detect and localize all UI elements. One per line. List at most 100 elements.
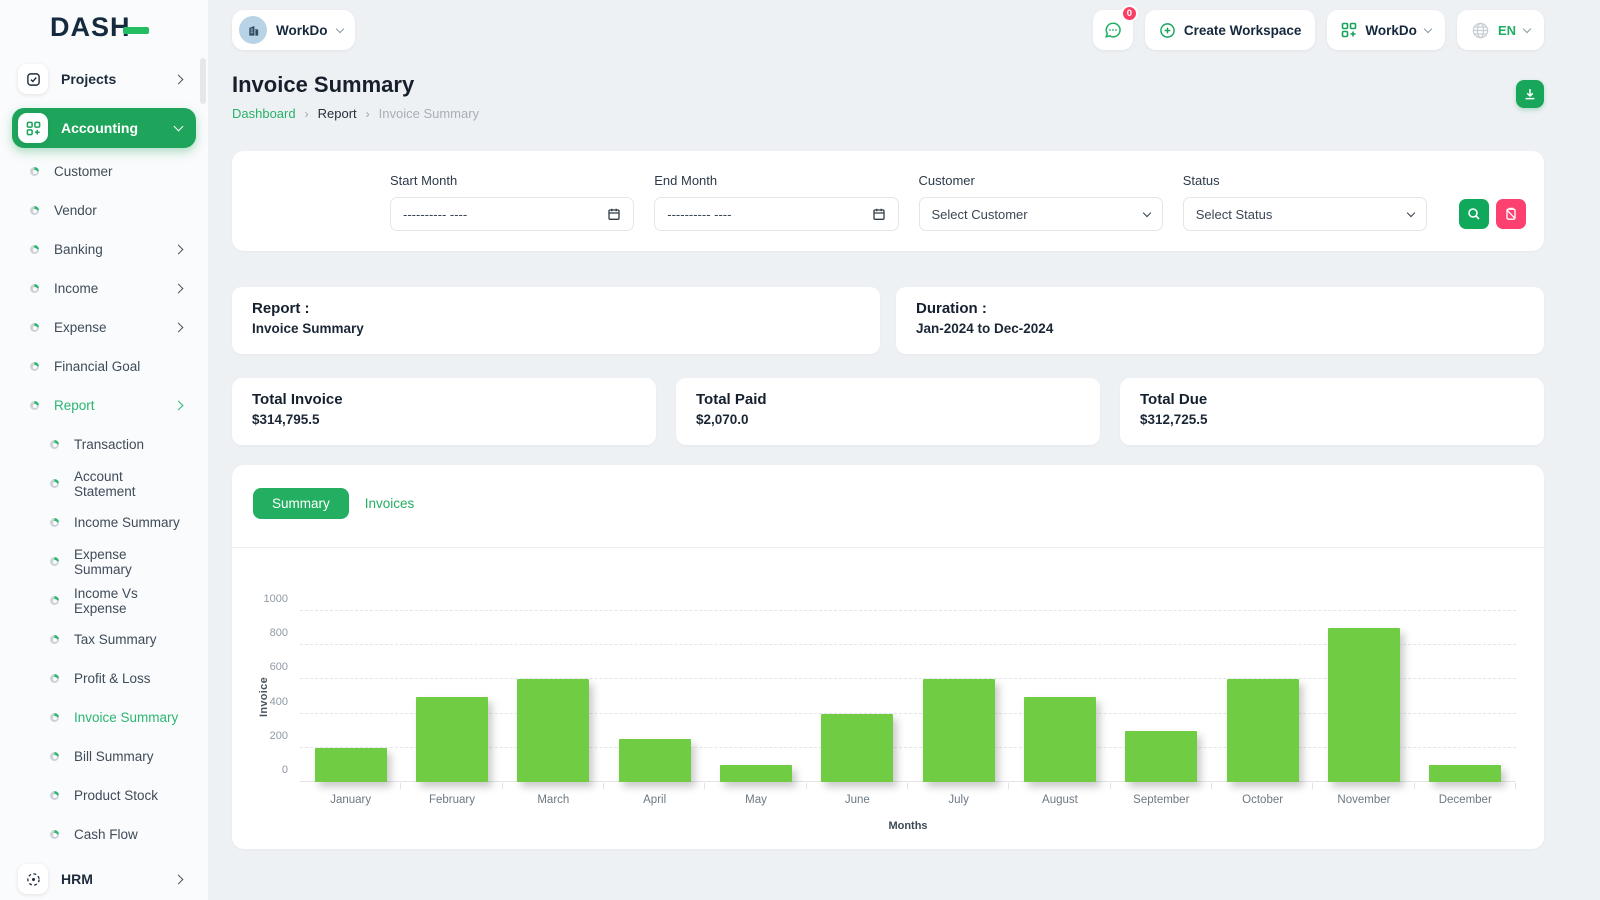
- customer-select[interactable]: Select Customer: [918, 197, 1163, 231]
- sidebar-nav: Projects Accounting Customer Vendor Banking I…: [0, 58, 208, 900]
- language-selector[interactable]: EN: [1456, 10, 1544, 50]
- x-axis-label: October: [1242, 794, 1284, 806]
- messages-button[interactable]: 0: [1092, 5, 1138, 50]
- sidebar-item-bill-summary[interactable]: Bill Summary: [0, 737, 208, 776]
- sidebar-item-accounting[interactable]: Accounting: [12, 108, 196, 148]
- sidebar-item-expense[interactable]: Expense: [0, 308, 208, 347]
- bar-january[interactable]: [314, 747, 387, 782]
- sidebar-item-product-stock[interactable]: Product Stock: [0, 776, 208, 815]
- sidebar-item-projects[interactable]: Projects: [0, 58, 208, 100]
- chevron-down-icon: [1423, 24, 1433, 33]
- circle-plus-icon: [1160, 22, 1175, 38]
- messages-badge: 0: [1120, 5, 1138, 22]
- sidebar-item-label: Account Statement: [74, 468, 136, 499]
- bar-slot: [401, 611, 503, 789]
- sidebar-item-account-statement[interactable]: Account Statement: [0, 464, 208, 503]
- report-card: Report : Invoice Summary: [232, 287, 880, 354]
- y-axis-tick: 800: [269, 627, 288, 640]
- create-workspace-button[interactable]: Create Workspace: [1144, 10, 1316, 50]
- filter-actions: [1459, 199, 1526, 229]
- y-axis-tick: 400: [269, 695, 288, 708]
- x-axis-label: March: [537, 794, 570, 806]
- breadcrumb-separator: ›: [304, 106, 309, 121]
- x-axis-label: June: [844, 794, 870, 806]
- bar-slot: [1313, 611, 1415, 789]
- bar-slot: [1009, 611, 1111, 789]
- status-select[interactable]: Select Status: [1182, 197, 1427, 231]
- download-icon: [1525, 89, 1535, 100]
- sidebar-scrollbar[interactable]: [200, 58, 206, 104]
- summary-cards-row: Report : Invoice Summary Duration : Jan-…: [232, 287, 1544, 354]
- clear-filter-button[interactable]: [1496, 199, 1526, 229]
- brand-logo[interactable]: DASH: [0, 0, 208, 54]
- bar-november[interactable]: [1327, 628, 1400, 782]
- sidebar-item-profit-loss[interactable]: Profit & Loss: [0, 659, 208, 698]
- bullet-icon: [50, 518, 59, 527]
- bar-october[interactable]: [1226, 679, 1299, 782]
- sidebar-item-label: Projects: [61, 71, 117, 87]
- bar-august[interactable]: [1023, 696, 1096, 782]
- sidebar-item-hrm[interactable]: HRM: [0, 858, 208, 900]
- sidebar-item-cash-flow[interactable]: Cash Flow: [0, 815, 208, 854]
- bullet-icon: [30, 206, 39, 215]
- sidebar-item-label: Invoice Summary: [74, 710, 179, 725]
- start-month-label: Start Month: [390, 173, 458, 188]
- y-axis-tick: 200: [269, 729, 288, 742]
- sidebar-item-report[interactable]: Report: [0, 386, 208, 425]
- chevron-right-icon: [173, 283, 184, 294]
- customer-label: Customer: [918, 173, 975, 188]
- sidebar-item-expense-summary[interactable]: Expense Summary: [0, 542, 208, 581]
- bar-february[interactable]: [416, 696, 488, 782]
- bar-september[interactable]: [1125, 730, 1198, 782]
- bar-march[interactable]: [517, 679, 590, 782]
- breadcrumb-report[interactable]: Report: [318, 106, 357, 121]
- x-axis-label: December: [1438, 794, 1492, 806]
- breadcrumb-dashboard[interactable]: Dashboard: [232, 106, 296, 121]
- sidebar-item-tax-summary[interactable]: Tax Summary: [0, 620, 208, 659]
- bullet-icon: [50, 752, 59, 761]
- language-label: EN: [1497, 22, 1516, 38]
- end-month-input[interactable]: ---------- ----: [654, 197, 899, 231]
- sidebar-item-label: Cash Flow: [74, 827, 138, 842]
- chart-xlabels: January February March April May June July Augu…: [300, 794, 1516, 806]
- tabs-divider: [232, 547, 1544, 548]
- sidebar-item-invoice-summary[interactable]: Invoice Summary: [0, 698, 208, 737]
- workdo-menu-button[interactable]: WorkDo: [1327, 10, 1445, 50]
- sidebar-item-label: Banking: [54, 242, 103, 257]
- gridline: [300, 610, 1516, 611]
- tab-invoices[interactable]: Invoices: [365, 496, 415, 511]
- sidebar-item-income-summary[interactable]: Income Summary: [0, 503, 208, 542]
- bullet-icon: [50, 791, 59, 800]
- bullet-icon: [30, 167, 39, 176]
- sidebar-item-income[interactable]: Income: [0, 269, 208, 308]
- apply-filter-button[interactable]: [1459, 199, 1489, 229]
- bar-april[interactable]: [618, 739, 691, 782]
- sidebar-item-customer[interactable]: Customer: [0, 152, 208, 191]
- end-month-field: End Month ---------- ----: [654, 173, 899, 231]
- tab-summary[interactable]: Summary: [253, 488, 349, 519]
- bullet-icon: [30, 245, 39, 254]
- y-axis-tick: 1000: [263, 593, 288, 605]
- sidebar-item-income-vs-expense[interactable]: Income Vs Expense: [0, 581, 208, 620]
- bar-december[interactable]: [1429, 764, 1502, 782]
- bar-july[interactable]: [922, 679, 995, 782]
- page-title: Invoice Summary: [232, 72, 415, 97]
- start-month-input[interactable]: ---------- ----: [390, 197, 635, 231]
- breadcrumb: Dashboard › Report › Invoice Summary: [232, 106, 479, 121]
- duration-card-label: Duration :: [916, 300, 987, 317]
- sidebar-item-vendor[interactable]: Vendor: [0, 191, 208, 230]
- bullet-icon: [50, 830, 59, 839]
- workspace-switcher[interactable]: WorkDo: [232, 10, 355, 50]
- total-paid-value: $2,070.0: [696, 412, 749, 427]
- sidebar-item-transaction[interactable]: Transaction: [0, 425, 208, 464]
- hrm-icon: [18, 864, 48, 894]
- bar-may[interactable]: [720, 764, 792, 782]
- x-axis-label: February: [428, 794, 475, 806]
- sidebar-item-banking[interactable]: Banking: [0, 230, 208, 269]
- start-month-field: Start Month ---------- ----: [390, 173, 635, 231]
- bar-june[interactable]: [821, 713, 894, 782]
- sidebar-item-financial-goal[interactable]: Financial Goal: [0, 347, 208, 386]
- sidebar-item-label: Income Summary: [74, 515, 180, 530]
- download-button[interactable]: [1516, 80, 1544, 108]
- sidebar-item-label: Expense: [54, 320, 107, 335]
